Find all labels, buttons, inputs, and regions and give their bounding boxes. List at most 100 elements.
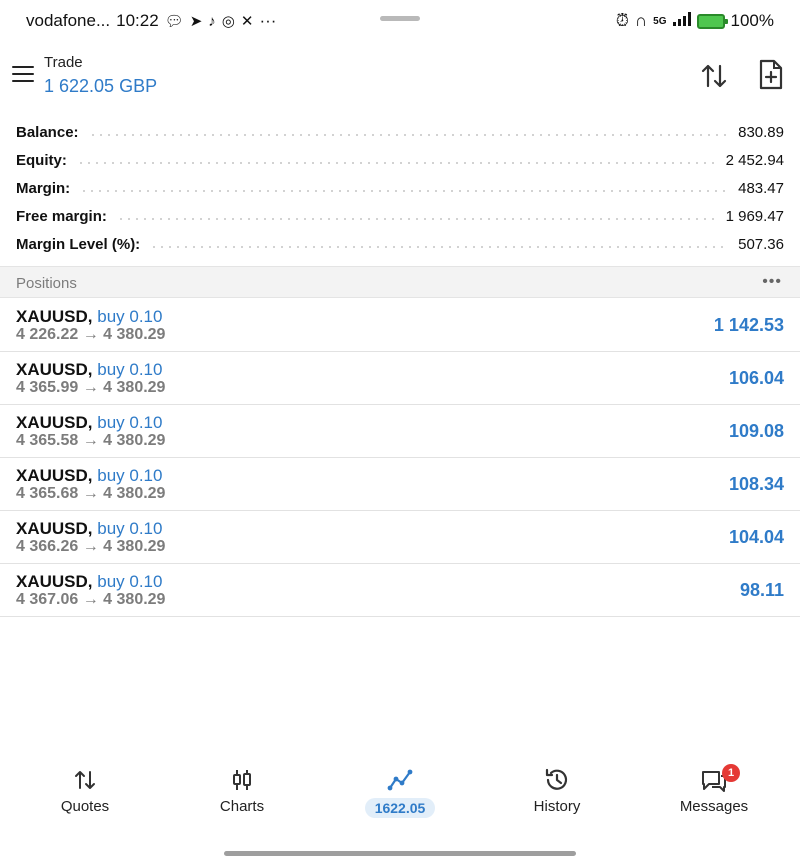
telegram-icon: ➤ <box>189 13 203 30</box>
nav-messages[interactable]: 1 Messages <box>654 760 774 822</box>
free-margin-value: 1 969.47 <box>725 207 784 225</box>
notch-pill <box>380 16 420 21</box>
account-summary: Balance: 830.89 Equity: 2 452.94 Margin:… <box>0 118 800 258</box>
position-symbol: XAUUSD, <box>16 307 93 326</box>
dotted-leader <box>80 190 729 192</box>
dotted-leader <box>116 218 716 220</box>
balance-value: 830.89 <box>738 123 784 141</box>
top-app-bar: Trade 1 622.05 GBP <box>0 46 800 104</box>
nav-trade[interactable]: 1622.05 <box>340 760 460 822</box>
new-document-icon <box>759 59 783 90</box>
position-side: buy 0.10 <box>97 413 163 432</box>
position-profit: 108.34 <box>728 474 784 494</box>
equity-label: Equity: <box>16 151 67 169</box>
position-symbol: XAUUSD, <box>16 519 93 538</box>
trade-line-icon <box>387 769 413 791</box>
notification-icon: ◎ <box>221 13 235 30</box>
margin-value: 483.47 <box>738 179 784 197</box>
position-side: buy 0.10 <box>97 519 163 538</box>
nav-quotes-label: Quotes <box>60 798 110 815</box>
nav-charts[interactable]: Charts <box>182 760 302 822</box>
candlestick-chart-icon <box>233 770 251 790</box>
position-title: XAUUSD, buy 0.10 <box>16 360 162 380</box>
nav-history[interactable]: History <box>497 760 617 822</box>
position-side: buy 0.10 <box>97 360 163 379</box>
position-row[interactable]: XAUUSD, buy 0.10 4 226.22 → 4 380.29 1 1… <box>0 299 800 352</box>
margin-level-label: Margin Level (%): <box>16 235 141 253</box>
position-title: XAUUSD, buy 0.10 <box>16 466 162 486</box>
carrier-name: vodafone... <box>26 11 111 30</box>
more-options-icon[interactable]: ••• <box>762 273 782 291</box>
nav-trade-label: 1622.05 <box>364 798 436 818</box>
nav-quotes[interactable]: Quotes <box>25 760 145 822</box>
position-symbol: XAUUSD, <box>16 466 93 485</box>
position-row[interactable]: XAUUSD, buy 0.10 4 365.68 → 4 380.29 108… <box>0 458 800 511</box>
position-profit: 106.04 <box>728 368 784 388</box>
hamburger-icon <box>12 66 34 68</box>
quotes-arrows-icon <box>75 771 95 789</box>
position-title: XAUUSD, buy 0.10 <box>16 413 162 433</box>
position-prices: 4 365.99 → 4 380.29 <box>16 379 166 396</box>
position-prices: 4 365.68 → 4 380.29 <box>16 485 166 502</box>
positions-header: Positions ••• <box>0 266 800 298</box>
position-symbol: XAUUSD, <box>16 360 93 379</box>
position-title: XAUUSD, buy 0.10 <box>16 572 162 592</box>
nav-messages-label: Messages <box>679 798 749 815</box>
battery-level: 100% <box>730 11 774 30</box>
sort-button[interactable] <box>700 62 728 90</box>
equity-value: 2 452.94 <box>725 151 784 169</box>
balance-row: Balance: 830.89 <box>0 118 800 146</box>
status-left: vodafone... 10:22 💬︎ ➤ ♪ ◎ ✕ ··· <box>26 11 276 31</box>
battery-icon <box>696 13 728 29</box>
position-row[interactable]: XAUUSD, buy 0.10 4 365.99 → 4 380.29 106… <box>0 352 800 405</box>
history-clock-icon <box>545 768 568 790</box>
margin-level-value: 507.36 <box>738 235 784 253</box>
nav-history-label: History <box>533 798 581 815</box>
hamburger-icon-line <box>12 80 34 82</box>
positions-list: XAUUSD, buy 0.10 4 226.22 → 4 380.29 1 1… <box>0 299 800 617</box>
dotted-leader <box>76 162 716 164</box>
position-title: XAUUSD, buy 0.10 <box>16 519 162 539</box>
page-title: Trade <box>44 54 83 71</box>
position-side: buy 0.10 <box>97 307 163 326</box>
nav-charts-label: Charts <box>219 798 265 815</box>
position-side: buy 0.10 <box>97 466 163 485</box>
position-row[interactable]: XAUUSD, buy 0.10 4 367.06 → 4 380.29 98.… <box>0 564 800 617</box>
message-bubble-icon: 💬︎ <box>164 13 184 30</box>
messages-badge: 1 <box>722 764 740 782</box>
equity-row: Equity: 2 452.94 <box>0 146 800 174</box>
free-margin-label: Free margin: <box>16 207 107 225</box>
position-symbol: XAUUSD, <box>16 413 93 432</box>
status-right: ⏰︎ ∩ 5G 100% <box>616 11 774 31</box>
dotted-leader <box>88 134 729 136</box>
position-profit: 104.04 <box>728 527 784 547</box>
position-row[interactable]: XAUUSD, buy 0.10 4 365.58 → 4 380.29 109… <box>0 405 800 458</box>
position-title: XAUUSD, buy 0.10 <box>16 307 162 327</box>
position-symbol: XAUUSD, <box>16 572 93 591</box>
headphones-icon: ∩ <box>634 11 648 30</box>
x-icon: ✕ <box>240 13 254 30</box>
bottom-navigation: Quotes Charts 1622.05 History 1 Messages <box>0 760 800 830</box>
position-profit: 98.11 <box>739 580 784 600</box>
alarm-icon: ⏰︎ <box>615 11 629 30</box>
gesture-home-bar[interactable] <box>224 851 576 856</box>
position-profit: 1 142.53 <box>713 315 784 335</box>
free-margin-row: Free margin: 1 969.47 <box>0 202 800 230</box>
margin-row: Margin: 483.47 <box>0 174 800 202</box>
balance-label: Balance: <box>16 123 79 141</box>
more-notifications: ··· <box>259 11 277 30</box>
status-bar: vodafone... 10:22 💬︎ ➤ ♪ ◎ ✕ ··· ⏰︎ ∩ 5G… <box>0 0 800 42</box>
position-prices: 4 367.06 → 4 380.29 <box>16 591 166 608</box>
menu-button[interactable] <box>12 66 34 84</box>
signal-icon <box>672 11 691 31</box>
position-profit: 109.08 <box>728 421 784 441</box>
margin-level-row: Margin Level (%): 507.36 <box>0 230 800 258</box>
sort-arrows-icon <box>701 64 727 88</box>
position-prices: 4 365.58 → 4 380.29 <box>16 432 166 449</box>
account-balance-header: 1 622.05 GBP <box>44 76 158 96</box>
margin-label: Margin: <box>16 179 71 197</box>
positions-title: Positions <box>16 275 77 292</box>
position-row[interactable]: XAUUSD, buy 0.10 4 366.26 → 4 380.29 104… <box>0 511 800 564</box>
new-order-button[interactable] <box>758 59 784 91</box>
hamburger-icon-line <box>12 73 34 75</box>
